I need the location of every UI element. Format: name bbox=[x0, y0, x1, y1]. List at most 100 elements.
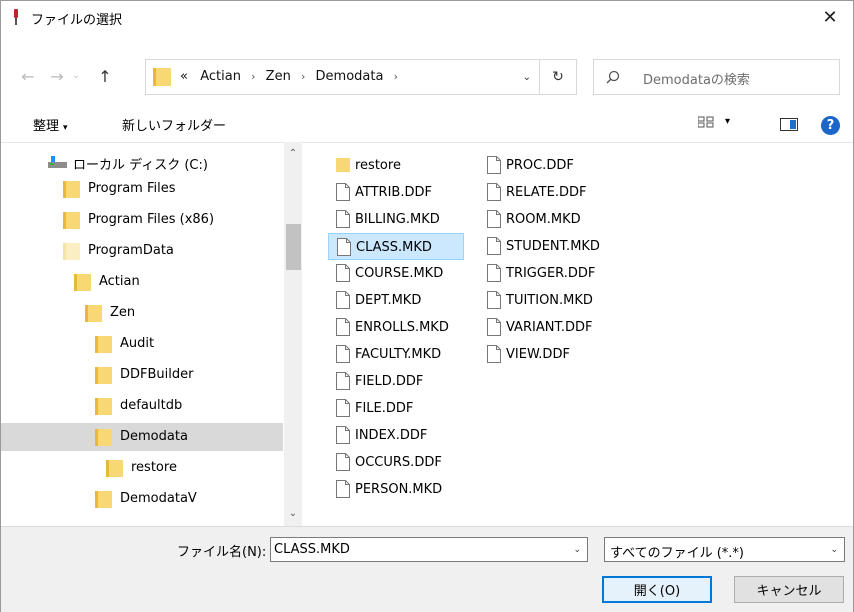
folder-icon bbox=[95, 367, 112, 384]
refresh-button[interactable]: ↻ bbox=[540, 59, 577, 95]
file-list-item[interactable]: PROC.DDF bbox=[479, 152, 615, 179]
folder-icon bbox=[63, 181, 80, 198]
search-icon bbox=[606, 70, 620, 84]
scrollbar-thumb[interactable] bbox=[286, 224, 301, 270]
file-list-item[interactable]: ENROLLS.MKD bbox=[328, 314, 464, 341]
arrow-up-icon: ↑ bbox=[98, 66, 112, 86]
chevron-down-icon[interactable]: ⌄ bbox=[573, 545, 581, 555]
search-placeholder: Demodataの検索 bbox=[643, 73, 750, 88]
file-list-item[interactable]: FIELD.DDF bbox=[328, 368, 464, 395]
filetype-select[interactable]: すべてのファイル (*.*) ⌄ bbox=[604, 537, 845, 562]
file-list-item[interactable]: ATTRIB.DDF bbox=[328, 179, 464, 206]
tree-item[interactable]: Audit bbox=[1, 330, 283, 358]
file-list-item[interactable]: COURSE.MKD bbox=[328, 260, 464, 287]
folder-list-item[interactable]: restore bbox=[328, 152, 464, 179]
file-list-item[interactable]: PERSON.MKD bbox=[328, 476, 464, 503]
folder-icon bbox=[106, 460, 123, 477]
organize-label: 整理 bbox=[33, 119, 60, 134]
scroll-down-icon[interactable]: ⌄ bbox=[284, 506, 302, 520]
chevron-right-icon[interactable]: › bbox=[301, 70, 305, 83]
file-name-label: ROOM.MKD bbox=[506, 212, 581, 227]
tree-item-label: Program Files (x86) bbox=[88, 212, 215, 227]
tree-item-label: Actian bbox=[99, 274, 140, 289]
document-icon bbox=[487, 264, 501, 282]
file-list-item[interactable]: VARIANT.DDF bbox=[479, 314, 615, 341]
chevron-right-icon[interactable]: › bbox=[394, 70, 398, 83]
tree-item-label: ローカル ディスク (C:) bbox=[73, 158, 208, 173]
breadcrumb-item-actian[interactable]: Actian bbox=[200, 69, 241, 84]
document-icon bbox=[336, 183, 350, 201]
document-icon bbox=[487, 183, 501, 201]
tree-item[interactable]: DDFBuilder bbox=[1, 361, 283, 389]
tree-item-label: Audit bbox=[120, 336, 155, 351]
tree-item[interactable]: Demodata bbox=[1, 423, 283, 451]
breadcrumb-item-zen[interactable]: Zen bbox=[266, 69, 291, 84]
file-list-item[interactable]: OCCURS.DDF bbox=[328, 449, 464, 476]
breadcrumb-overflow[interactable]: « bbox=[180, 69, 188, 84]
cancel-button[interactable]: キャンセル bbox=[734, 576, 844, 603]
folder-icon bbox=[85, 305, 102, 322]
preview-pane-button[interactable] bbox=[780, 118, 798, 131]
tree-item-local-disk[interactable]: ローカル ディスク (C:) bbox=[1, 148, 283, 176]
caret-down-icon: ▾ bbox=[725, 116, 731, 127]
chevron-right-icon[interactable]: › bbox=[251, 70, 255, 83]
address-bar[interactable]: « Actian › Zen › Demodata › ⌄ bbox=[145, 59, 540, 95]
back-button[interactable]: ← bbox=[17, 65, 39, 87]
organize-button[interactable]: 整理 ▾ bbox=[33, 115, 68, 134]
file-name-label: TUITION.MKD bbox=[506, 293, 593, 308]
tree-item[interactable]: defaultdb bbox=[1, 392, 283, 420]
file-list-item[interactable]: RELATE.DDF bbox=[479, 179, 615, 206]
file-name-label: COURSE.MKD bbox=[355, 266, 444, 281]
file-list-item[interactable]: FACULTY.MKD bbox=[328, 341, 464, 368]
file-name-label: RELATE.DDF bbox=[506, 185, 587, 200]
chevron-down-icon: ⌄ bbox=[830, 545, 838, 555]
tree-scrollbar[interactable]: ⌃ ⌄ bbox=[284, 142, 302, 526]
new-folder-button[interactable]: 新しいフォルダー bbox=[122, 115, 226, 134]
chevron-down-icon: ⌄ bbox=[72, 71, 80, 81]
scroll-up-icon[interactable]: ⌃ bbox=[284, 146, 302, 160]
folder-icon bbox=[153, 68, 171, 86]
file-name-label: FACULTY.MKD bbox=[355, 347, 442, 362]
file-list-item[interactable]: TUITION.MKD bbox=[479, 287, 615, 314]
help-button[interactable]: ? bbox=[821, 116, 840, 135]
tree-item[interactable]: Actian bbox=[1, 268, 283, 296]
file-list-item[interactable]: STUDENT.MKD bbox=[479, 233, 615, 260]
file-list-item[interactable]: INDEX.DDF bbox=[328, 422, 464, 449]
file-name-label: VARIANT.DDF bbox=[506, 320, 593, 335]
tree-item[interactable]: Program Files (x86) bbox=[1, 206, 283, 234]
forward-button[interactable]: → bbox=[46, 65, 68, 87]
tree-item[interactable]: DemodataV bbox=[1, 485, 283, 513]
file-name-label: DEPT.MKD bbox=[355, 293, 422, 308]
file-list-item[interactable]: ROOM.MKD bbox=[479, 206, 615, 233]
file-name-label: STUDENT.MKD bbox=[506, 239, 600, 254]
tree-item-label: defaultdb bbox=[120, 398, 183, 413]
recent-locations-button[interactable]: ⌄ bbox=[69, 65, 83, 87]
close-button[interactable]: ✕ bbox=[807, 1, 853, 33]
file-list-item[interactable]: FILE.DDF bbox=[328, 395, 464, 422]
tree-item-label: ProgramData bbox=[88, 243, 174, 258]
tree-item-label: Demodata bbox=[120, 429, 188, 444]
file-list-item[interactable]: TRIGGER.DDF bbox=[479, 260, 615, 287]
tree-item[interactable]: Program Files bbox=[1, 175, 283, 203]
search-input[interactable]: Demodataの検索 bbox=[593, 59, 840, 95]
tree-item[interactable]: Zen bbox=[1, 299, 283, 327]
file-list-item[interactable]: CLASS.MKD bbox=[328, 233, 464, 260]
file-name-label: restore bbox=[355, 158, 401, 173]
document-icon bbox=[487, 291, 501, 309]
document-icon bbox=[336, 372, 350, 390]
tree-item[interactable]: ProgramData bbox=[1, 237, 283, 265]
arrow-left-icon: ← bbox=[21, 66, 35, 86]
file-list-item[interactable]: VIEW.DDF bbox=[479, 341, 615, 368]
filename-value: CLASS.MKD bbox=[274, 542, 350, 557]
file-name-label: BILLING.MKD bbox=[355, 212, 440, 227]
tree-item[interactable]: restore bbox=[1, 454, 283, 482]
address-history-chevron-icon[interactable]: ⌄ bbox=[523, 72, 531, 83]
file-list-item[interactable]: BILLING.MKD bbox=[328, 206, 464, 233]
breadcrumb-item-demodata[interactable]: Demodata bbox=[316, 69, 384, 84]
open-button[interactable]: 開く(O) bbox=[602, 576, 712, 603]
file-list-item[interactable]: DEPT.MKD bbox=[328, 287, 464, 314]
preview-pane-icon bbox=[790, 120, 796, 129]
filename-field[interactable]: CLASS.MKD ⌄ bbox=[270, 537, 588, 562]
change-view-button[interactable]: ▾ bbox=[698, 116, 738, 134]
up-button[interactable]: ↑ bbox=[94, 65, 116, 87]
